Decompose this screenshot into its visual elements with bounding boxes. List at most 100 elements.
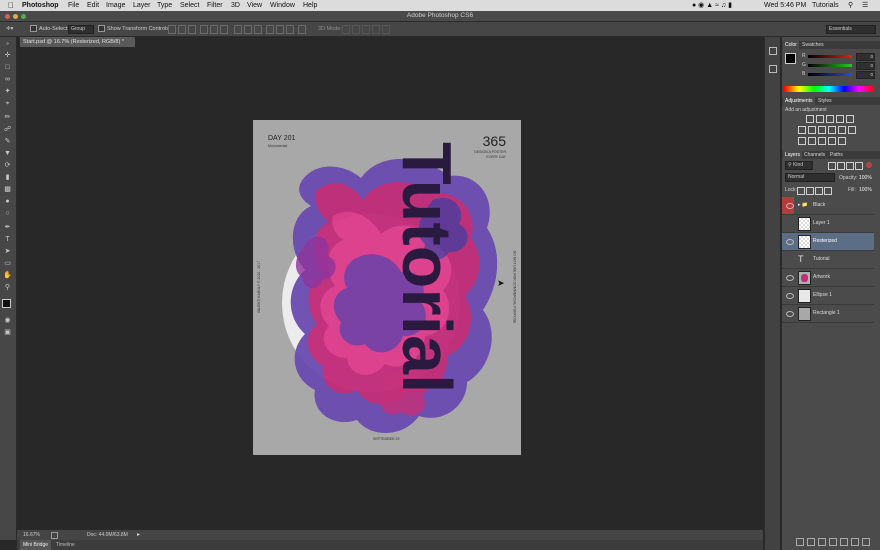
invert-adjustment-icon[interactable] <box>798 137 806 145</box>
clone-stamp-tool-icon[interactable]: ▼ <box>3 150 12 158</box>
menu-window[interactable]: Window <box>270 0 295 11</box>
gradient-map-adjustment-icon[interactable] <box>838 137 846 145</box>
layer-row-tutorial[interactable]: T Tutorial <box>782 251 874 269</box>
shape-tool-icon[interactable]: ▭ <box>3 260 12 268</box>
eye-icon[interactable] <box>786 275 794 281</box>
layer-name-black[interactable]: Black <box>813 197 825 214</box>
layer-name-ellipse-1[interactable]: Ellipse 1 <box>813 287 832 304</box>
auto-align-icon[interactable] <box>298 25 306 34</box>
dodge-tool-icon[interactable]: ○ <box>3 210 12 218</box>
collapse-tools-icon[interactable]: » <box>3 40 12 48</box>
photo-filter-adjustment-icon[interactable] <box>828 126 836 134</box>
tab-channels[interactable]: Channels <box>802 151 827 159</box>
menu-layer[interactable]: Layer <box>133 0 151 11</box>
gradient-tool-icon[interactable]: ▩ <box>3 186 12 194</box>
layer-filter-dropdown[interactable]: ⚲ Kind <box>785 161 813 170</box>
close-window-button[interactable] <box>5 14 10 19</box>
eye-icon[interactable] <box>786 311 794 317</box>
filter-adjustment-icon[interactable] <box>837 162 845 170</box>
menu-image[interactable]: Image <box>106 0 125 11</box>
menu-type[interactable]: Type <box>157 0 172 11</box>
lock-position-icon[interactable] <box>815 187 823 195</box>
fill-value[interactable]: 100% <box>859 187 872 193</box>
auto-select-option[interactable]: Auto-Select: <box>30 22 69 36</box>
history-brush-tool-icon[interactable]: ⟳ <box>3 162 12 170</box>
fg-color-chip[interactable] <box>785 53 796 64</box>
align-right-icon[interactable] <box>220 25 228 34</box>
menu-view[interactable]: View <box>247 0 262 11</box>
layer-name-resterized[interactable]: Resterized <box>813 233 837 250</box>
healing-brush-tool-icon[interactable]: ☍ <box>3 126 12 134</box>
color-spectrum-bar[interactable] <box>784 86 874 92</box>
layer-row-black[interactable]: ▸ 📁 Black <box>782 197 874 215</box>
layer-row-artwork[interactable]: Artwork <box>782 269 874 287</box>
posterize-adjustment-icon[interactable] <box>808 137 816 145</box>
slider-b[interactable] <box>808 73 852 76</box>
group-expand-icon[interactable]: ▸ 📁 <box>798 197 808 214</box>
tab-styles[interactable]: Styles <box>816 97 834 105</box>
eraser-tool-icon[interactable]: ▮ <box>3 174 12 182</box>
distribute-left-icon[interactable] <box>266 25 274 34</box>
menu-edit[interactable]: Edit <box>87 0 99 11</box>
path-select-tool-icon[interactable]: ➤ <box>3 248 12 256</box>
document-canvas[interactable]: Tutorial DAY 201 Monumental 365 DESIGN A… <box>253 120 521 455</box>
spotlight-icon[interactable]: ⚲ <box>848 0 853 11</box>
tab-paths[interactable]: Paths <box>828 151 845 159</box>
lock-all-icon[interactable] <box>824 187 832 195</box>
menu-3d[interactable]: 3D <box>231 0 240 11</box>
curves-adjustment-icon[interactable] <box>826 115 834 123</box>
history-panel-icon[interactable] <box>769 47 777 55</box>
align-top-icon[interactable] <box>168 25 176 34</box>
show-transform-option[interactable]: Show Transform Controls <box>98 22 169 36</box>
hand-tool-icon[interactable]: ✋ <box>3 272 12 280</box>
layer-mask-icon[interactable] <box>818 538 826 546</box>
type-tool-icon[interactable]: T <box>3 236 12 244</box>
filter-toggle-icon[interactable] <box>866 162 872 168</box>
3d-rotate-icon[interactable] <box>342 25 350 34</box>
filter-pixel-icon[interactable] <box>828 162 836 170</box>
color-balance-adjustment-icon[interactable] <box>808 126 816 134</box>
menu-app-name[interactable]: Photoshop <box>22 0 59 11</box>
hue-saturation-adjustment-icon[interactable] <box>798 126 806 134</box>
3d-slide-icon[interactable] <box>372 25 380 34</box>
new-layer-icon[interactable] <box>851 538 859 546</box>
lock-pixels-icon[interactable] <box>806 187 814 195</box>
distribute-vcenter-icon[interactable] <box>244 25 252 34</box>
crop-tool-icon[interactable]: ⌖ <box>3 100 12 108</box>
screen-mode-icon[interactable]: ▣ <box>3 329 12 337</box>
tab-swatches[interactable]: Swatches <box>800 41 826 49</box>
layer-name-artwork[interactable]: Artwork <box>813 269 830 286</box>
layer-row-layer-1[interactable]: Layer 1 <box>782 215 874 233</box>
show-transform-checkbox[interactable] <box>98 25 105 33</box>
channel-mixer-adjustment-icon[interactable] <box>838 126 846 134</box>
auto-select-dropdown[interactable]: Group <box>68 25 94 34</box>
align-bottom-icon[interactable] <box>188 25 196 34</box>
align-vcenter-icon[interactable] <box>178 25 186 34</box>
delete-layer-icon[interactable] <box>862 538 870 546</box>
zoom-window-button[interactable] <box>21 14 26 19</box>
menu-file[interactable]: File <box>68 0 79 11</box>
layer-name-layer-1[interactable]: Layer 1 <box>813 215 830 232</box>
filter-type-icon[interactable] <box>846 162 854 170</box>
threshold-adjustment-icon[interactable] <box>818 137 826 145</box>
color-lookup-adjustment-icon[interactable] <box>848 126 856 134</box>
tab-color[interactable]: Color <box>783 41 799 49</box>
workspace-dropdown[interactable]: Essentials <box>826 25 876 34</box>
3d-scale-icon[interactable] <box>382 25 390 34</box>
notification-icon[interactable]: ☰ <box>862 0 868 11</box>
minimize-window-button[interactable] <box>13 14 18 19</box>
quick-select-tool-icon[interactable]: ✦ <box>3 88 12 96</box>
vibrance-adjustment-icon[interactable] <box>846 115 854 123</box>
document-tab[interactable]: Start.psd @ 16.7% (Resterized, RGB/8) * <box>20 37 135 47</box>
distribute-top-icon[interactable] <box>234 25 242 34</box>
marquee-tool-icon[interactable]: □ <box>3 64 12 72</box>
lasso-tool-icon[interactable]: ∞ <box>3 76 12 84</box>
layer-name-rectangle-1[interactable]: Rectangle 1 <box>813 305 840 322</box>
layer-style-icon[interactable] <box>807 538 815 546</box>
tab-timeline[interactable]: Timeline <box>53 540 78 550</box>
move-tool-preset-icon[interactable]: ✛▾ <box>6 22 13 36</box>
distribute-hcenter-icon[interactable] <box>276 25 284 34</box>
layer-row-rectangle-1[interactable]: Rectangle 1 <box>782 305 874 323</box>
move-tool-icon[interactable]: ✛ <box>3 52 12 60</box>
tab-mini-bridge[interactable]: Mini Bridge <box>20 540 52 550</box>
